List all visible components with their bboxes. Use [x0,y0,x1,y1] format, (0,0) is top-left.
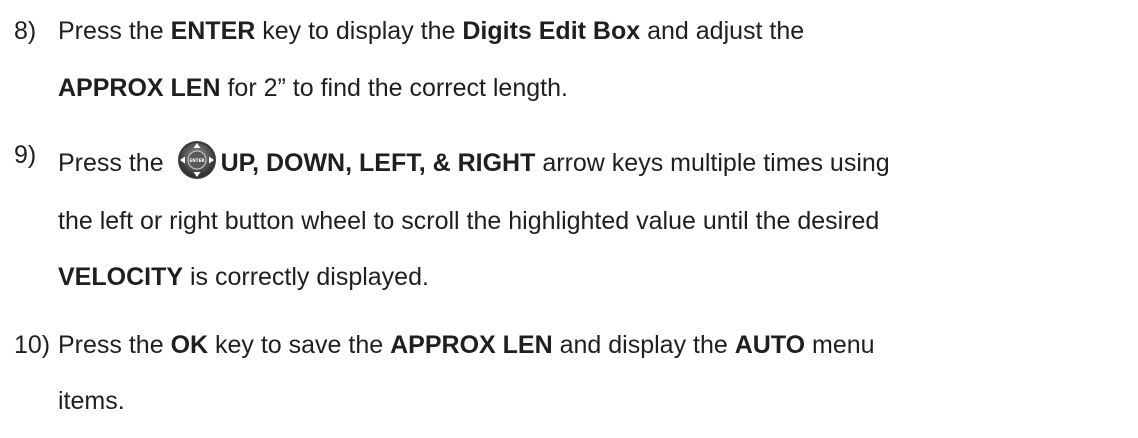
enter-dpad-icon: ENTER [177,140,217,180]
text-run: the left or right button wheel to scroll… [58,207,880,235]
step-text-line: items. [58,386,125,416]
step-text-line: Press the ENTER UP, DOWN, LEFT, & RIGHT … [58,140,890,180]
text-run: Press the [58,149,171,177]
step-text-line: Press the ENTER key to display the Digit… [58,16,804,46]
text-run: Press the [58,17,171,45]
step-number: 9) [14,141,37,169]
step-text-line: Press the OK key to save the APPROX LEN … [58,330,875,360]
digits-edit-box-label: Digits Edit Box [462,17,641,45]
text-run: is correctly displayed. [183,263,429,291]
arrow-keys-label: UP, DOWN, LEFT, & RIGHT [220,149,536,177]
key-label-ok: OK [170,331,209,359]
step-text-line: the left or right button wheel to scroll… [58,206,879,236]
text-run: menu [805,331,875,359]
approx-len-label: APPROX LEN [390,331,553,359]
text-run: for 2” to find the correct length. [220,74,568,102]
step-text-line: VELOCITY is correctly displayed. [58,262,429,292]
auto-menu-label: AUTO [734,331,806,359]
text-run: arrow keys multiple times using [535,149,890,177]
text-run: and adjust the [640,17,805,45]
velocity-label: VELOCITY [58,263,184,291]
text-run: Press the [58,331,171,359]
text-run: and display the [552,331,735,359]
step-text-line: APPROX LEN for 2” to find the correct le… [58,73,568,103]
text-run: items. [58,387,125,415]
text-run: key to display the [255,17,463,45]
approx-len-label: APPROX LEN [58,74,221,102]
step-number: 8) [14,17,37,45]
svg-text:ENTER: ENTER [189,158,205,163]
step-number: 10) [14,331,51,359]
key-label-enter: ENTER [170,17,256,45]
text-run: key to save the [208,331,391,359]
